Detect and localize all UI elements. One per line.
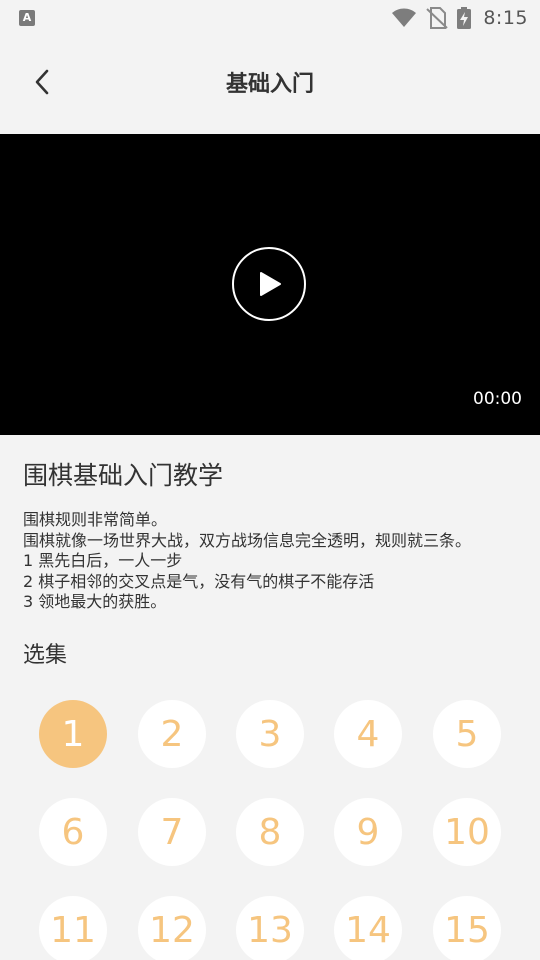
episode-button-5[interactable]: 5 (433, 700, 501, 768)
episode-button-1[interactable]: 1 (39, 700, 107, 768)
lesson-description-line: 围棋规则非常简单。 (23, 510, 168, 529)
episode-button-6[interactable]: 6 (39, 798, 107, 866)
episode-button-10[interactable]: 10 (433, 798, 501, 866)
episode-button-9[interactable]: 9 (334, 798, 402, 866)
video-player[interactable]: 00:00 (0, 134, 540, 435)
video-time: 00:00 (473, 389, 522, 409)
lesson-description-line: 3 领地最大的获胜。 (23, 592, 167, 611)
lesson-description: 围棋规则非常简单。 围棋就像一场世界大战，双方战场信息完全透明，规则就三条。 1… (23, 510, 523, 613)
episode-button-7[interactable]: 7 (138, 798, 206, 866)
lesson-content: 围棋基础入门教学 围棋规则非常简单。 围棋就像一场世界大战，双方战场信息完全透明… (23, 460, 523, 613)
episode-button-8[interactable]: 8 (236, 798, 304, 866)
lesson-description-line: 2 棋子相邻的交叉点是气，没有气的棋子不能存活 (23, 571, 375, 591)
lesson-description-line: 1 黑先白后，一人一步 (23, 551, 183, 570)
wifi-icon (392, 8, 417, 27)
app-header: 基础入门 (0, 36, 540, 134)
episode-button-3[interactable]: 3 (236, 700, 304, 768)
episode-button-15[interactable]: 15 (433, 896, 501, 960)
episode-button-14[interactable]: 14 (334, 896, 402, 960)
lesson-title: 围棋基础入门教学 (23, 461, 224, 490)
episode-button-13[interactable]: 13 (236, 896, 304, 960)
episode-button-2[interactable]: 2 (138, 700, 206, 768)
episodes-heading: 选集 (23, 643, 68, 668)
no-sim-icon (426, 7, 449, 29)
page-title: 基础入门 (225, 72, 314, 97)
play-icon (260, 272, 281, 296)
episode-button-4[interactable]: 4 (334, 700, 402, 768)
episode-button-11[interactable]: 11 (39, 896, 107, 960)
play-button[interactable] (232, 247, 306, 321)
episode-button-12[interactable]: 12 (138, 896, 206, 960)
lesson-description-line: 围棋就像一场世界大战，双方战场信息完全透明，规则就三条。 (23, 530, 472, 550)
app-notification-badge: A (22, 11, 32, 24)
app-notification-icon: A (19, 10, 35, 26)
status-icons: 8:15 (391, 6, 528, 30)
status-time: 8:15 (483, 7, 528, 29)
status-bar: A 8:15 (0, 0, 540, 36)
battery-charging-icon (457, 7, 472, 29)
